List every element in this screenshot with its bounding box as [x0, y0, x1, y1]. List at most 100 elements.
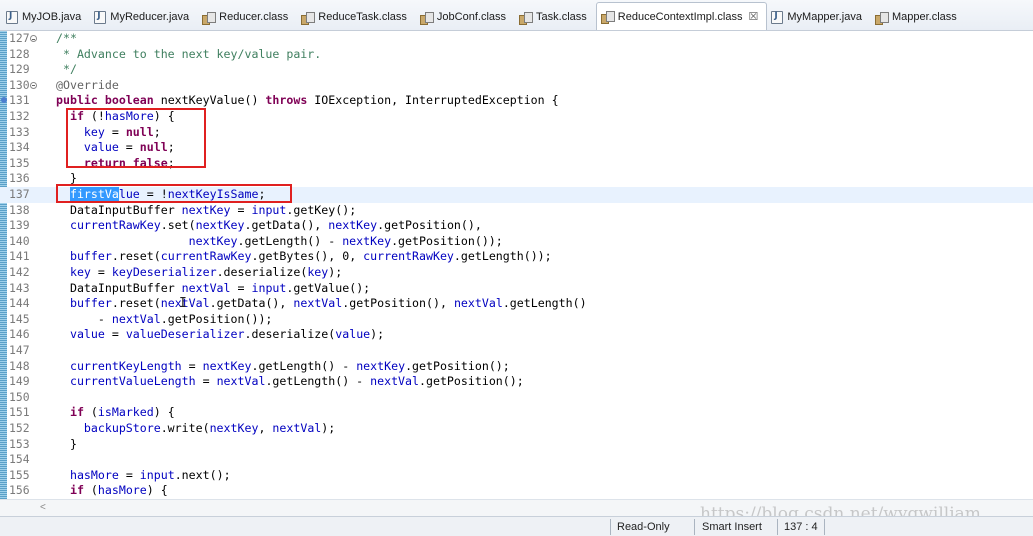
- status-separator: [610, 519, 611, 535]
- code-line[interactable]: 140 nextKey.getLength() - nextKey.getPos…: [0, 234, 1033, 250]
- tab-reducetask-class[interactable]: ReduceTask.class: [297, 4, 416, 30]
- tab-reducer-class[interactable]: Reducer.class: [198, 4, 297, 30]
- code-line[interactable]: 150: [0, 390, 1033, 406]
- code-text: .getLength());: [453, 249, 552, 264]
- code-line[interactable]: 135 return false;: [0, 156, 1033, 172]
- code-field: buffer: [69, 249, 112, 264]
- line-number: 131: [9, 93, 30, 108]
- scroll-left-icon[interactable]: <: [40, 502, 46, 513]
- code-line[interactable]: 128 * Advance to the next key/value pair…: [0, 47, 1033, 63]
- code-field: input: [139, 467, 175, 482]
- status-separator: [694, 519, 695, 535]
- code-field: currentRawKey: [160, 249, 252, 264]
- code-line[interactable]: 149 currentValueLength = nextVal.getLeng…: [0, 374, 1033, 390]
- tab-jobconf-class[interactable]: JobConf.class: [416, 4, 515, 30]
- code-field: nextKey: [356, 358, 406, 373]
- fold-collapse-icon[interactable]: [30, 35, 37, 42]
- code-line[interactable]: 155 hasMore = input.next();: [0, 468, 1033, 484]
- code-field: nextVal: [453, 296, 503, 311]
- code-field: hasMore: [97, 483, 147, 498]
- code-text: .getLength(): [502, 296, 587, 311]
- code-line[interactable]: 138 DataInputBuffer nextKey = input.getK…: [0, 203, 1033, 219]
- code-field: value: [69, 327, 105, 342]
- code-text: =: [230, 202, 252, 217]
- code-line[interactable]: 152 backupStore.write(nextKey, nextVal);: [0, 421, 1033, 437]
- code-text: =: [104, 124, 126, 139]
- code-text: .set(: [160, 218, 196, 233]
- tab-myjob-java[interactable]: MyJOB.java: [2, 4, 90, 30]
- code-field: currentKeyLength: [69, 358, 182, 373]
- code-field: nextVal: [111, 311, 161, 326]
- tab-mapper-class[interactable]: Mapper.class: [871, 4, 966, 30]
- line-number: 141: [9, 249, 30, 264]
- code-line[interactable]: 130 @Override: [0, 78, 1033, 94]
- code-keyword: if: [69, 405, 84, 420]
- code-text: IOException, InterruptedException {: [307, 93, 559, 108]
- code-text: .getValue();: [286, 280, 371, 295]
- selected-text[interactable]: firstVa: [69, 187, 119, 201]
- code-line[interactable]: 136 }: [0, 171, 1033, 187]
- override-marker-icon[interactable]: [1, 97, 7, 104]
- code-keyword: null: [139, 140, 168, 155]
- code-line[interactable]: 148 currentKeyLength = nextKey.getLength…: [0, 359, 1033, 375]
- code-line[interactable]: 143 DataInputBuffer nextVal = input.getV…: [0, 281, 1033, 297]
- code-line[interactable]: 139 currentRawKey.set(nextKey.getData(),…: [0, 218, 1033, 234]
- code-editor[interactable]: 127 /** 128 * Advance to the next key/va…: [0, 31, 1033, 499]
- code-line[interactable]: 141 buffer.reset(currentRawKey.getBytes(…: [0, 249, 1033, 265]
- line-number: 133: [9, 124, 30, 139]
- code-field: currentRawKey: [69, 218, 161, 233]
- line-number: 155: [9, 467, 30, 482]
- tab-myreducer-java[interactable]: MyReducer.java: [90, 4, 198, 30]
- code-line[interactable]: 144 buffer.reset(nextVal.getData(), next…: [0, 296, 1033, 312]
- code-field: nextVal: [181, 280, 231, 295]
- code-line[interactable]: 156 if (hasMore) {: [0, 483, 1033, 499]
- code-line[interactable]: 127 /**: [0, 31, 1033, 47]
- fold-collapse-icon[interactable]: [30, 81, 37, 89]
- tab-label: Task.class: [536, 11, 587, 23]
- code-text: .getKey();: [286, 202, 357, 217]
- code-text: );: [321, 421, 336, 435]
- code-text: .deserialize(: [216, 265, 308, 279]
- code-text: .getPosition(),: [377, 218, 482, 233]
- code-line[interactable]: 146 value = valueDeserializer.deserializ…: [0, 327, 1033, 343]
- code-field: nextKey: [181, 202, 231, 217]
- tab-reducecontextimpl-class[interactable]: ReduceContextImpl.class ☒: [595, 2, 768, 30]
- line-number: 140: [9, 233, 30, 248]
- line-number: 152: [9, 421, 30, 435]
- line-number: 151: [9, 405, 30, 420]
- code-line[interactable]: 142 key = keyDeserializer.deserialize(ke…: [0, 265, 1033, 281]
- code-line[interactable]: 154: [0, 452, 1033, 468]
- code-field: key: [69, 265, 91, 279]
- code-line[interactable]: 131 public boolean nextKeyValue() throws…: [0, 93, 1033, 109]
- code-line[interactable]: 145 - nextVal.getPosition());: [0, 312, 1033, 328]
- code-field: currentValueLength: [69, 374, 196, 389]
- code-text: nextKeyValue(): [153, 93, 266, 108]
- code-line[interactable]: 151 if (isMarked) {: [0, 405, 1033, 421]
- current-code-line[interactable]: 137 firstValue = !nextKeyIsSame;: [0, 187, 1033, 203]
- code-field: nextVal: [370, 374, 420, 389]
- status-read-only: Read-Only: [617, 521, 670, 533]
- tab-label: JobConf.class: [436, 11, 507, 23]
- code-line[interactable]: 133 key = null;: [0, 125, 1033, 141]
- status-cursor-position: 137 : 4: [784, 521, 818, 533]
- code-text: .getLength() -: [265, 374, 371, 389]
- code-line[interactable]: 129 */: [0, 62, 1033, 78]
- close-icon[interactable]: ☒: [749, 10, 759, 23]
- horizontal-scrollbar[interactable]: <: [0, 499, 1033, 516]
- status-bar: Read-Only Smart Insert 137 : 4: [0, 516, 1033, 536]
- code-line[interactable]: 153 }: [0, 437, 1033, 453]
- line-number: 142: [9, 265, 30, 279]
- code-keyword: public boolean: [56, 93, 154, 108]
- line-number: 137: [9, 187, 30, 201]
- tab-task-class[interactable]: Task.class: [515, 4, 596, 30]
- code-text: ;: [167, 155, 175, 170]
- code-line[interactable]: 132 if (!hasMore) {: [0, 109, 1033, 125]
- line-number: 153: [9, 436, 30, 451]
- code-text: .getPosition();: [405, 358, 510, 373]
- tab-mymapper-java[interactable]: MyMapper.java: [767, 4, 871, 30]
- code-text: (!: [83, 109, 105, 123]
- code-line[interactable]: 147: [0, 343, 1033, 359]
- class-file-icon: [600, 10, 615, 24]
- code-text: .write(: [160, 421, 210, 435]
- code-line[interactable]: 134 value = null;: [0, 140, 1033, 156]
